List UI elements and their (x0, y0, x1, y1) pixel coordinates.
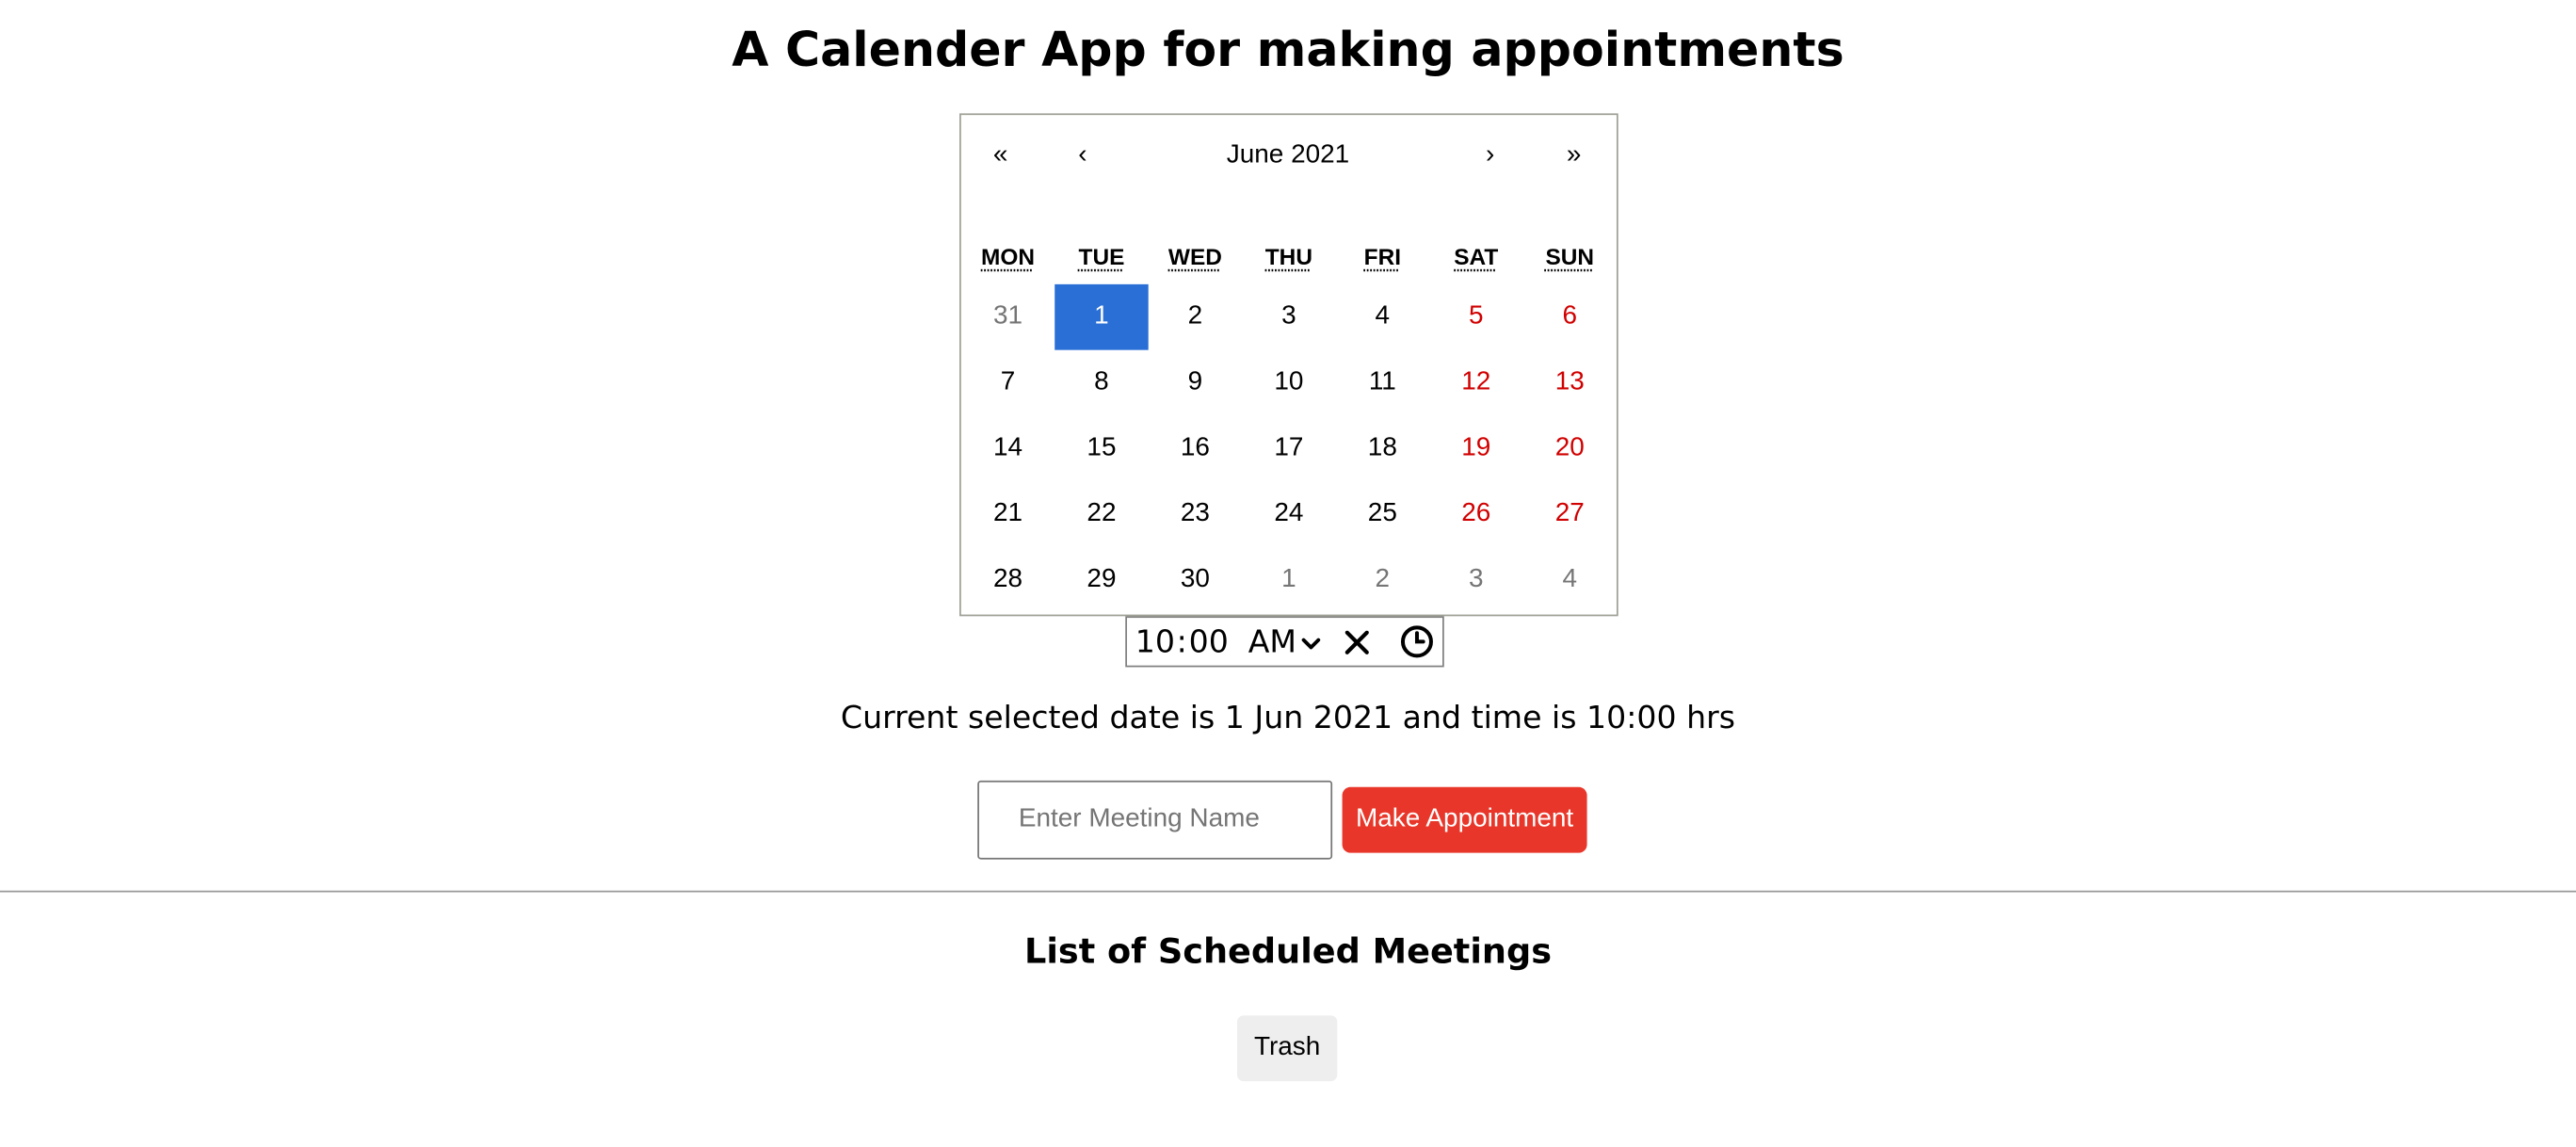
calendar-day[interactable]: 2 (1336, 547, 1429, 613)
calendar-day[interactable]: 15 (1055, 415, 1148, 481)
calendar-day[interactable]: 4 (1523, 547, 1617, 613)
weekday-label: SAT (1429, 243, 1522, 269)
calendar-day[interactable]: 21 (961, 481, 1055, 547)
weekday-abbr: SAT (1454, 243, 1499, 270)
calendar-day[interactable]: 1 (1242, 547, 1335, 613)
calendar-day[interactable]: 7 (961, 350, 1055, 416)
calendar-month-label[interactable]: June 2021 (1105, 115, 1470, 197)
page-title: A Calender App for making appointments (732, 21, 1844, 78)
calendar-day[interactable]: 10 (1242, 350, 1335, 416)
calendar-day[interactable]: 31 (961, 284, 1055, 350)
calendar-day[interactable]: 28 (961, 547, 1055, 613)
calendar-day[interactable]: 26 (1429, 481, 1522, 547)
calendar-navigation: « ‹ June 2021 › » (961, 115, 1617, 197)
calendar-day[interactable]: 13 (1523, 350, 1617, 416)
weekday-label: THU (1242, 243, 1335, 269)
weekday-abbr: SUN (1545, 243, 1595, 270)
weekday-header: MON TUE WED THU FRI SAT SUN (961, 243, 1617, 269)
time-hour-field[interactable]: 10 (1135, 623, 1175, 659)
weekday-abbr: THU (1264, 243, 1312, 270)
next-year-button[interactable]: » (1538, 115, 1610, 197)
calendar-day[interactable]: 27 (1523, 481, 1617, 547)
weekday-label: WED (1149, 243, 1242, 269)
calendar-day[interactable]: 4 (1336, 284, 1429, 350)
calendar-day[interactable]: 8 (1055, 350, 1148, 416)
calendar-week-row: 31 1 2 3 4 5 6 (961, 283, 1617, 350)
calendar-day[interactable]: 24 (1242, 481, 1335, 547)
close-icon[interactable] (1343, 627, 1372, 656)
calendar-day[interactable]: 12 (1429, 350, 1522, 416)
calendar-day[interactable]: 2 (1149, 284, 1242, 350)
app-stage: A Calender App for making appointments «… (0, 0, 2576, 1111)
calendar-day[interactable]: 6 (1523, 284, 1617, 350)
make-appointment-button[interactable]: Make Appointment (1342, 786, 1587, 853)
calendar-day[interactable]: 9 (1149, 350, 1242, 416)
selected-date-status: Current selected date is 1 Jun 2021 and … (840, 700, 1736, 736)
weekday-label: TUE (1055, 243, 1148, 269)
clock-icon[interactable] (1398, 623, 1434, 659)
chevron-down-icon (1301, 623, 1321, 659)
ampm-value: AM (1248, 623, 1297, 660)
weekday-abbr: FRI (1363, 243, 1402, 270)
calendar-day[interactable]: 17 (1242, 415, 1335, 481)
calendar-days-grid: 31 1 2 3 4 5 6 7 8 9 10 11 12 13 14 15 16 17 18 19 20 21 22 23 2… (961, 283, 1617, 613)
calendar-day[interactable]: 11 (1336, 350, 1429, 416)
calendar-day[interactable]: 20 (1523, 415, 1617, 481)
weekday-label: MON (961, 243, 1055, 269)
meeting-name-input[interactable] (977, 780, 1333, 860)
calendar-day[interactable]: 22 (1055, 481, 1148, 547)
weekday-abbr: MON (980, 243, 1035, 270)
calendar-day[interactable]: 18 (1336, 415, 1429, 481)
calendar-day[interactable]: 30 (1149, 547, 1242, 613)
weekday-label: SUN (1523, 243, 1617, 269)
prev-year-button[interactable]: « (964, 115, 1037, 197)
calendar-day[interactable]: 23 (1149, 481, 1242, 547)
calendar-day[interactable]: 16 (1149, 415, 1242, 481)
calendar-week-row: 14 15 16 17 18 19 20 (961, 415, 1617, 481)
calendar-day[interactable]: 19 (1429, 415, 1522, 481)
calendar-day[interactable]: 5 (1429, 284, 1522, 350)
calendar-week-row: 21 22 23 24 25 26 27 (961, 481, 1617, 547)
weekday-label: FRI (1336, 243, 1429, 269)
trash-button[interactable]: Trash (1236, 1015, 1338, 1082)
calendar-week-row: 7 8 9 10 11 12 13 (961, 350, 1617, 416)
calendar-day[interactable]: 3 (1242, 284, 1335, 350)
calendar-day-selected[interactable]: 1 (1055, 283, 1149, 350)
time-separator: : (1176, 623, 1187, 660)
ampm-select[interactable]: AM (1248, 623, 1321, 660)
weekday-abbr: WED (1167, 243, 1222, 270)
time-picker[interactable]: 10 : 00 AM (1125, 616, 1444, 668)
calendar-day[interactable]: 29 (1055, 547, 1148, 613)
calendar-week-row: 28 29 30 1 2 3 4 (961, 547, 1617, 613)
weekday-abbr: TUE (1078, 243, 1125, 270)
calendar-day[interactable]: 14 (961, 415, 1055, 481)
calendar: « ‹ June 2021 › » MON TUE WED THU FRI SAT SUN … (959, 113, 1618, 617)
scheduled-meetings-title: List of Scheduled Meetings (1023, 931, 1553, 972)
calendar-day[interactable]: 3 (1429, 547, 1522, 613)
section-divider (0, 890, 2576, 893)
next-month-button[interactable]: › (1454, 115, 1526, 197)
calendar-day[interactable]: 25 (1336, 481, 1429, 547)
time-minute-field[interactable]: 00 (1189, 623, 1229, 659)
